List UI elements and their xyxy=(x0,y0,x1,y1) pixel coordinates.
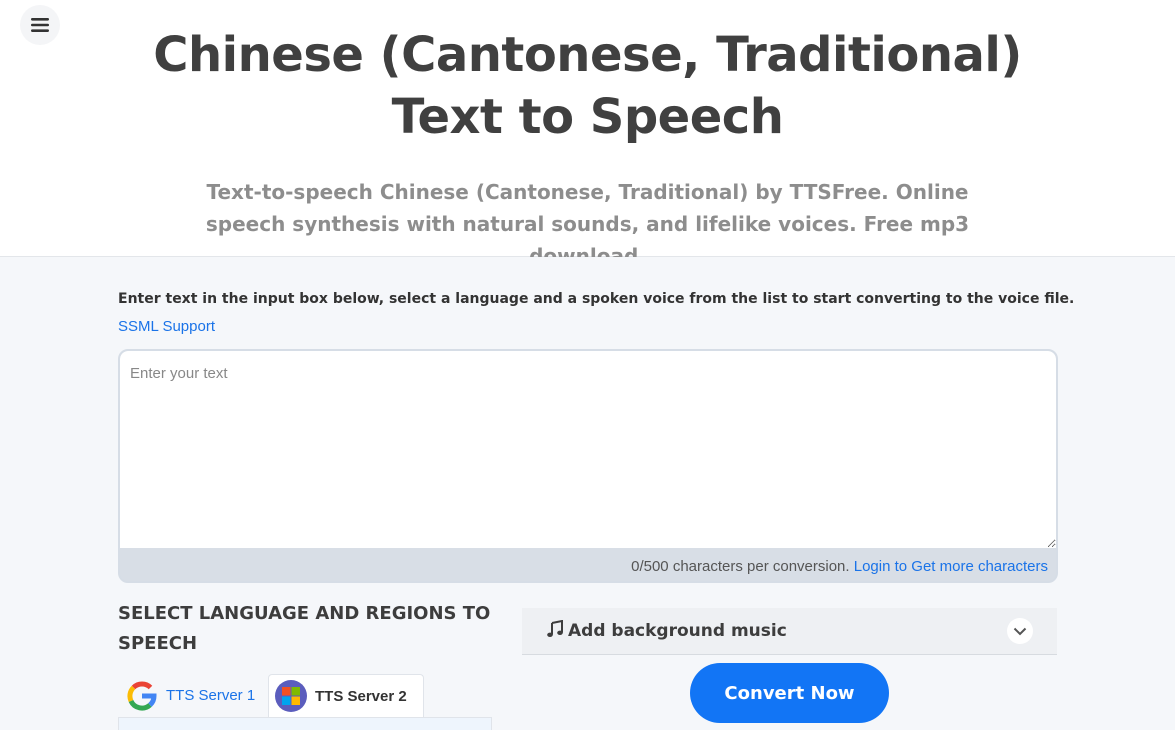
character-counter: 0/500 characters per conversion. Login t… xyxy=(631,558,1048,575)
text-input[interactable] xyxy=(120,351,1056,548)
microsoft-logo-icon xyxy=(275,680,307,712)
tab-tts-server-2-label: TTS Server 2 xyxy=(315,687,407,705)
music-note-icon xyxy=(546,619,564,643)
background-music-label: Add background music xyxy=(568,621,787,641)
login-more-characters-link[interactable]: Login to Get more characters xyxy=(854,558,1048,575)
convert-now-button[interactable]: Convert Now xyxy=(690,663,889,723)
chevron-down-icon[interactable] xyxy=(1007,618,1033,644)
converter-panel: Enter text in the input box below, selec… xyxy=(0,257,1175,730)
tab-panel xyxy=(118,717,492,730)
hamburger-menu-icon xyxy=(31,17,49,33)
character-count-text: 0/500 characters per conversion. xyxy=(631,558,850,575)
ssml-support-link[interactable]: SSML Support xyxy=(118,318,215,335)
tab-tts-server-2[interactable]: TTS Server 2 xyxy=(268,674,424,717)
page-header: Chinese (Cantonese, Traditional) Text to… xyxy=(0,0,1175,268)
tab-tts-server-1[interactable]: TTS Server 1 xyxy=(120,674,261,717)
background-music-toggle[interactable]: Add background music xyxy=(522,608,1057,655)
tab-tts-server-1-label: TTS Server 1 xyxy=(166,687,256,704)
text-input-container: 0/500 characters per conversion. Login t… xyxy=(118,349,1058,583)
instructions-text: Enter text in the input box below, selec… xyxy=(118,291,1075,307)
language-section-title: SELECT LANGUAGE AND REGIONS TO SPEECH xyxy=(118,603,491,654)
server-tabs: TTS Server 1 TTS Server 2 xyxy=(118,674,492,730)
menu-button[interactable] xyxy=(20,5,60,45)
google-logo-icon xyxy=(126,680,158,712)
page-title: Chinese (Cantonese, Traditional) Text to… xyxy=(153,27,1022,145)
